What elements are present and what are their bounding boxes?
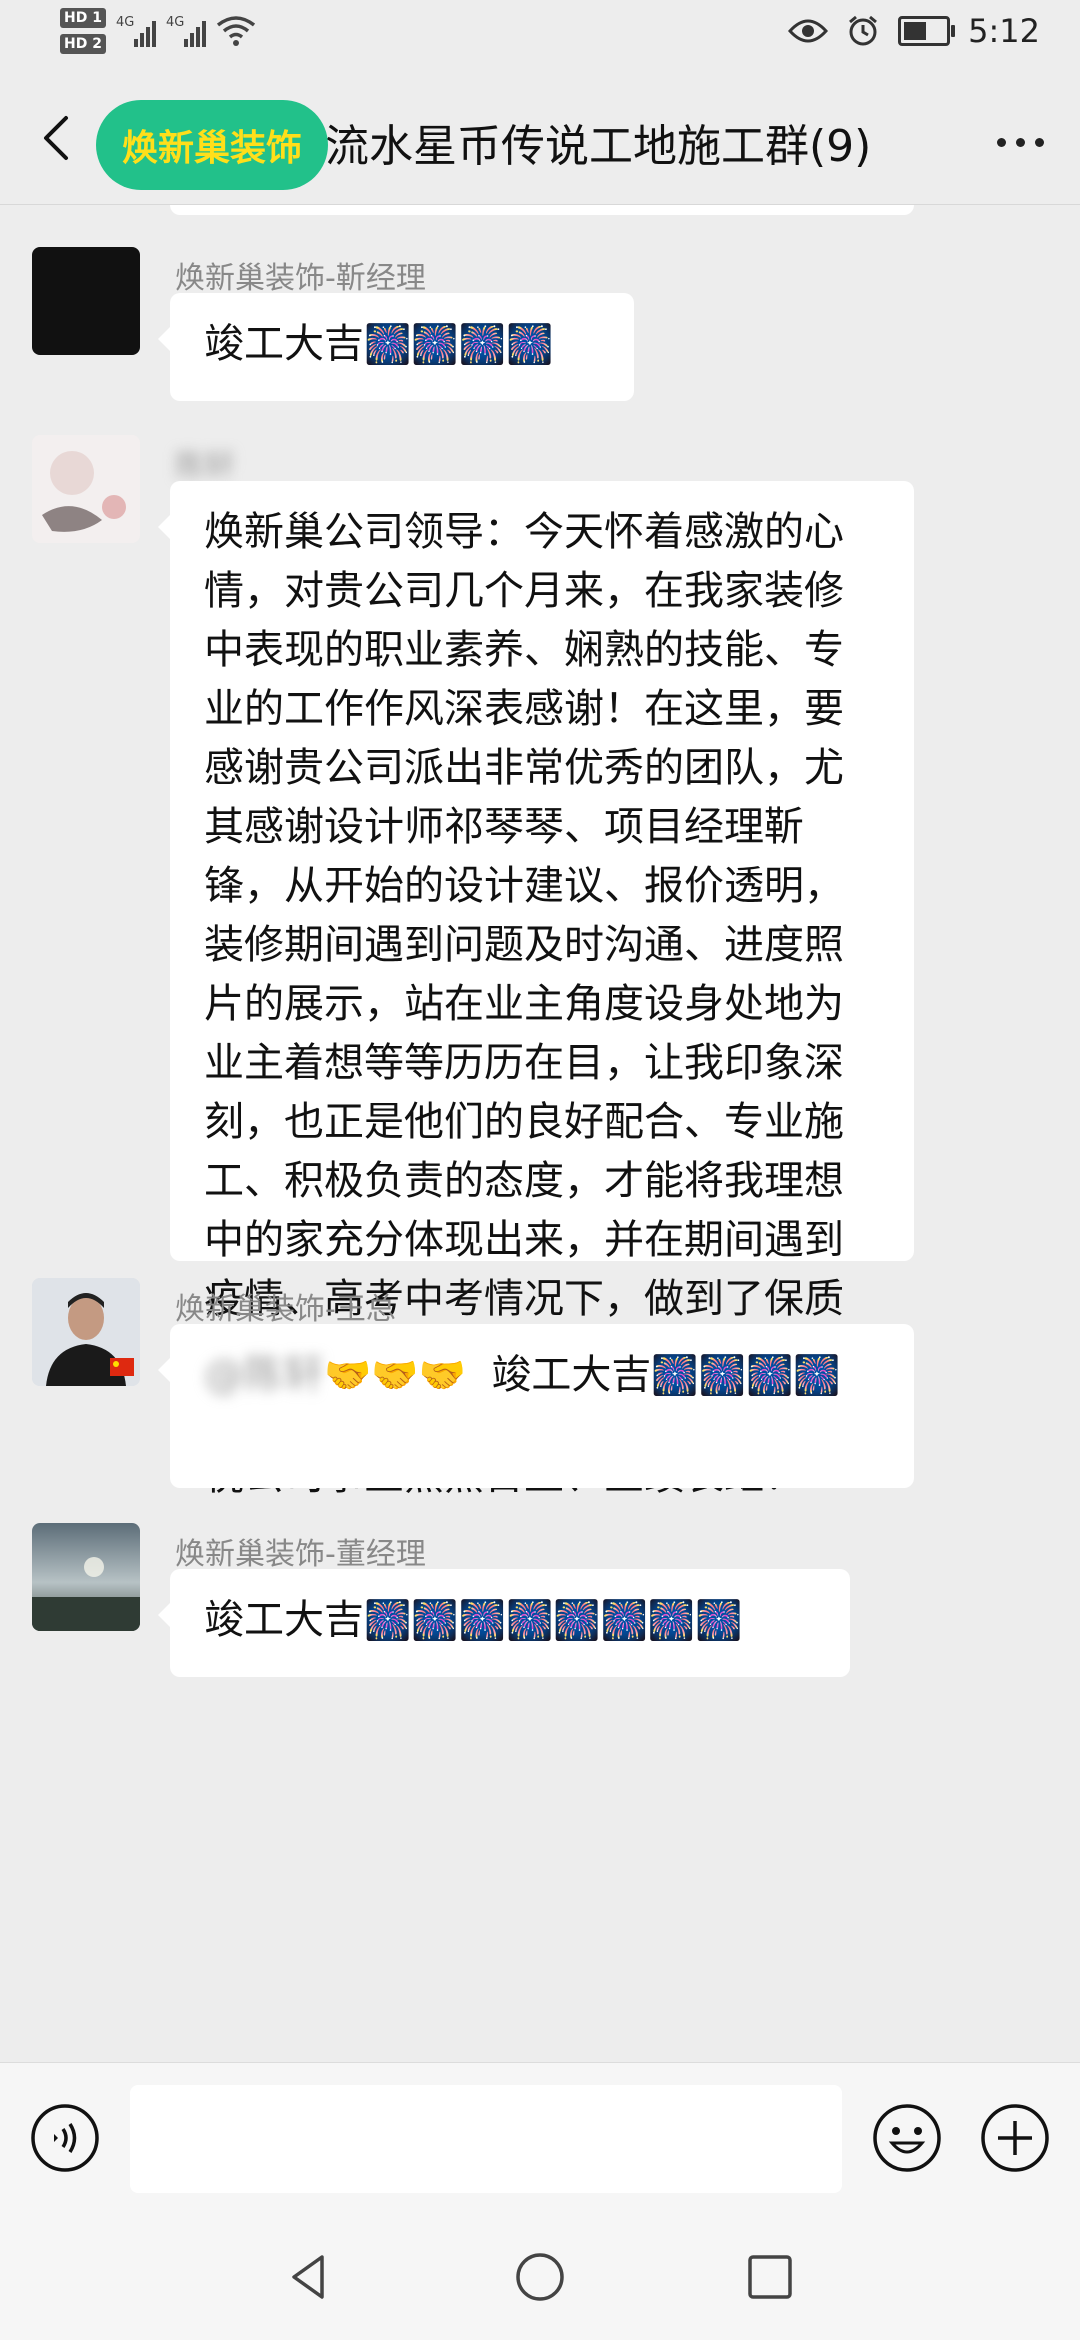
alarm-icon xyxy=(849,15,878,46)
message-bubble[interactable]: 竣工大吉🎆🎆🎆🎆 xyxy=(158,293,634,401)
sender-name: 焕新巢装饰-靳经理 xyxy=(175,261,426,296)
message-input[interactable] xyxy=(130,2085,842,2193)
message-list[interactable]: 焕新巢装饰-靳经理 竣工大吉🎆🎆🎆🎆 陈轩 焕新巢公司领导：今天怀着感激的心情，… xyxy=(0,205,1080,2062)
message-bubble[interactable]: 竣工大吉🎆🎆🎆🎆🎆🎆🎆🎆 xyxy=(158,1569,850,1677)
avatar[interactable] xyxy=(32,435,140,543)
system-navigation-bar xyxy=(0,2217,1080,2340)
handshake-emoji: 🤝🤝🤝 xyxy=(324,1353,466,1397)
avatar[interactable] xyxy=(32,1523,140,1631)
message-text: 竣工大吉 xyxy=(204,1597,364,1643)
previous-message-bubble xyxy=(170,205,914,215)
signal-1-icon: 4G xyxy=(116,15,156,47)
message-bubble[interactable]: @陈轩🤝🤝🤝 竣工大吉🎆🎆🎆🎆 xyxy=(158,1324,914,1488)
brand-watermark-text: 焕新巢装饰 xyxy=(121,128,302,169)
status-left: HD 1 HD 2 4G 4G xyxy=(60,8,256,54)
voice-input-icon[interactable] xyxy=(30,2103,100,2173)
nav-recents-icon[interactable] xyxy=(740,2247,800,2307)
brand-watermark: 焕新巢装饰 xyxy=(96,100,328,190)
clock: 5:12 xyxy=(968,12,1040,50)
battery-icon xyxy=(898,16,956,46)
more-icon[interactable] xyxy=(997,138,1044,147)
nav-back-icon[interactable] xyxy=(280,2247,340,2307)
fireworks-emoji: 🎆🎆🎆🎆 xyxy=(651,1353,841,1397)
eye-icon xyxy=(788,19,829,43)
status-bar: HD 1 HD 2 4G 4G 5:12 xyxy=(0,0,1080,72)
sender-name: 焕新巢装饰-董经理 xyxy=(175,1537,426,1572)
plus-icon[interactable] xyxy=(980,2103,1050,2173)
back-arrow-icon[interactable] xyxy=(36,112,80,164)
status-right: 5:12 xyxy=(788,12,1040,50)
hd2-badge: HD 2 xyxy=(60,34,106,54)
message-bubble[interactable]: 焕新巢公司领导：今天怀着感激的心情，对贵公司几个月来，在我家装修中表现的职业素养… xyxy=(158,481,914,1499)
avatar[interactable] xyxy=(32,1278,140,1386)
fireworks-emoji: 🎆🎆🎆🎆🎆🎆🎆🎆 xyxy=(364,1598,743,1642)
avatar[interactable] xyxy=(32,247,140,355)
fireworks-emoji: 🎆🎆🎆🎆 xyxy=(364,322,554,366)
signal-2-icon: 4G xyxy=(166,15,206,47)
chat-title: 流水星币传说工地施工群(9) xyxy=(325,121,872,172)
message-text: 竣工大吉 xyxy=(204,321,364,367)
mention[interactable]: @陈轩 xyxy=(204,1352,324,1398)
input-bar xyxy=(0,2062,1080,2218)
sender-name: 陈轩 xyxy=(175,449,235,484)
emoji-icon[interactable] xyxy=(872,2103,942,2173)
nav-home-icon[interactable] xyxy=(510,2247,570,2307)
hd1-badge: HD 1 xyxy=(60,8,106,28)
chat-header: 流水星币传说工地施工群(9) 焕新巢装饰 xyxy=(0,72,1080,205)
sender-name: 焕新巢装饰-王总 xyxy=(175,1292,396,1327)
wifi-icon xyxy=(216,16,256,46)
message-text: 竣工大吉 xyxy=(491,1352,652,1398)
